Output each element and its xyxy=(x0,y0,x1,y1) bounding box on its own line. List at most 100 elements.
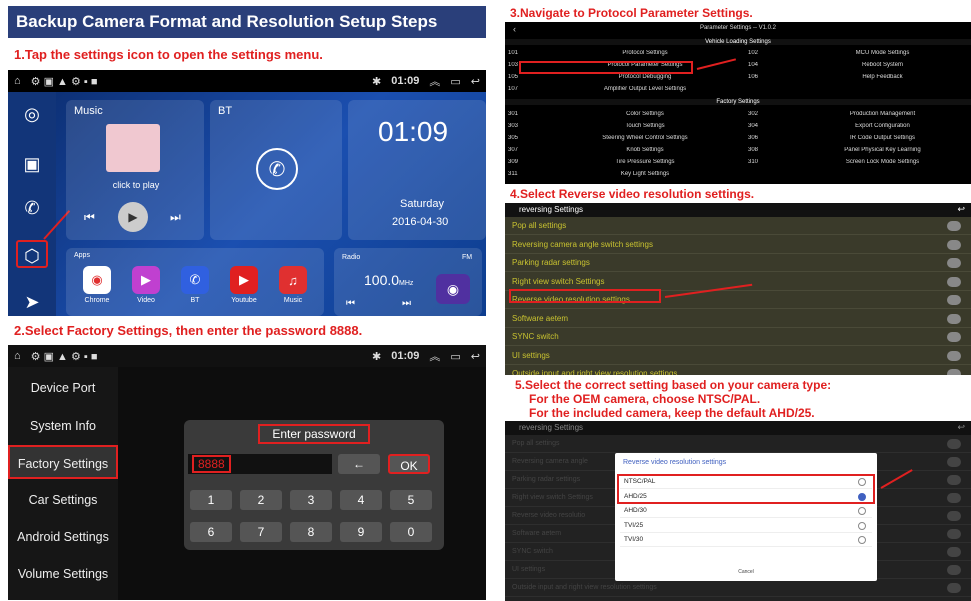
reversing-item[interactable]: Reversing camera angle switch settings xyxy=(505,236,971,254)
podcast-icon[interactable]: ◉ xyxy=(436,274,470,304)
media-icon[interactable]: ▣ xyxy=(16,150,48,178)
radio-icon[interactable] xyxy=(858,507,866,515)
param-row[interactable]: 101 Protocol Settings 102 MCU Mode Settings xyxy=(505,50,971,62)
settings-screen: ⌂ ⚙ ▣ ▲ ⚙ ▪ ■ ✱ 01:09 ︽ ▭ ↩ Device Port … xyxy=(8,345,486,600)
toggle-icon[interactable] xyxy=(947,221,961,231)
chevron-up-icon[interactable]: ︽ xyxy=(429,348,440,364)
reversing-item[interactable]: Right view switch Settings xyxy=(505,273,971,291)
app-video[interactable]: ▶ Video xyxy=(129,266,163,304)
param-row[interactable]: 107 Amplifier Output Level Settings xyxy=(505,86,971,98)
back-icon[interactable]: ↩ xyxy=(471,75,480,88)
app-label: Youtube xyxy=(231,297,257,304)
key-9[interactable]: 9 xyxy=(340,522,382,542)
radio-card[interactable]: Radio FM 100.0MHz ⏮ ⏭ ◉ xyxy=(334,248,482,316)
param-cell: Protocol Debugging xyxy=(618,74,672,80)
menu-item-car-settings[interactable]: Car Settings xyxy=(8,483,118,517)
radio-prev-icon[interactable]: ⏮ xyxy=(346,298,355,309)
music-label: Music xyxy=(74,105,103,117)
key-1[interactable]: 1 xyxy=(190,490,232,510)
toggle-icon[interactable] xyxy=(947,239,961,250)
window-icon[interactable]: ▭ xyxy=(450,75,460,88)
app-chrome[interactable]: ◉ Chrome xyxy=(80,266,114,304)
radio-icon[interactable] xyxy=(858,536,866,544)
music-card[interactable]: Music click to play ⏮ ▶ ⏭ xyxy=(66,100,204,240)
param-row[interactable]: 105 Protocol Debugging 106 Help Feedback xyxy=(505,74,971,86)
backspace-key[interactable]: ← xyxy=(338,454,380,474)
reversing-item[interactable]: SYNC switch xyxy=(505,328,971,346)
menu-item-android-settings[interactable]: Android Settings xyxy=(8,520,118,554)
key-3[interactable]: 3 xyxy=(290,490,332,510)
menu-item-factory-settings[interactable]: Factory Settings xyxy=(8,445,118,479)
reversing-item-label: Parking radar settings xyxy=(512,258,590,267)
reversing-item[interactable]: UI settings xyxy=(505,347,971,365)
resolution-option[interactable]: TVI/30 xyxy=(620,533,872,547)
reversing-item[interactable]: Parking radar settings xyxy=(505,254,971,272)
status-bar-2: ⌂ ⚙ ▣ ▲ ⚙ ▪ ■ ✱ 01:09 ︽ ▭ ↩ xyxy=(8,345,486,367)
back-icon[interactable]: ↩ xyxy=(957,422,965,433)
prev-icon[interactable]: ⏮ xyxy=(84,210,95,225)
param-row[interactable]: 307 Knob Settings 308 Panel Physical Key Le… xyxy=(505,147,971,159)
key-4[interactable]: 4 xyxy=(340,490,382,510)
reversing-item[interactable]: Outside input and right view resolution … xyxy=(505,365,971,375)
reversing-item[interactable]: Pop all settings xyxy=(505,217,971,235)
cancel-button[interactable]: Cancel xyxy=(615,569,877,575)
toggle-icon[interactable] xyxy=(947,332,961,342)
key-5[interactable]: 5 xyxy=(390,490,432,510)
param-cell: 105 xyxy=(508,74,519,80)
parameter-settings-screen: ‹ Parameter Settings -- V1.0.2 Vehicle L… xyxy=(505,22,971,184)
toggle-icon[interactable] xyxy=(947,369,961,375)
password-input[interactable]: 8888 xyxy=(188,454,332,474)
key-6[interactable]: 6 xyxy=(190,522,232,542)
param-cell: Help Feedback xyxy=(862,74,903,80)
resolution-option[interactable]: AHD/30 xyxy=(620,504,872,518)
param-row[interactable]: 311 Key Light Settings xyxy=(505,171,971,183)
chevron-up-icon[interactable]: ︽ xyxy=(429,73,440,89)
app-music[interactable]: ♫ Music xyxy=(276,266,310,304)
window-icon[interactable]: ▭ xyxy=(450,350,460,363)
reversing-item[interactable]: Software aetem xyxy=(505,310,971,328)
resolution-dialog: Reverse video resolution settings NTSC/P… xyxy=(615,453,877,581)
toggle-icon xyxy=(947,457,961,467)
toggle-icon[interactable] xyxy=(947,258,961,268)
toggle-icon[interactable] xyxy=(947,276,961,287)
clock-date: 2016-04-30 xyxy=(392,216,449,228)
menu-item-device-port[interactable]: Device Port xyxy=(8,371,118,405)
settings-icon[interactable]: ⬡ xyxy=(16,240,48,268)
ok-button[interactable]: OK xyxy=(388,454,430,474)
home-icon[interactable]: ⌂ xyxy=(14,350,21,362)
key-8[interactable]: 8 xyxy=(290,522,332,542)
app-bt[interactable]: ✆ BT xyxy=(178,266,212,304)
radio-icon[interactable] xyxy=(858,521,866,530)
reversing-item-label: Reversing camera angle xyxy=(512,458,588,465)
next-icon[interactable]: ⏭ xyxy=(170,210,181,225)
play-button[interactable]: ▶ xyxy=(118,202,148,232)
phone-icon[interactable]: ✆ xyxy=(16,194,48,222)
key-2[interactable]: 2 xyxy=(240,490,282,510)
key-0[interactable]: 0 xyxy=(390,522,432,542)
key-7[interactable]: 7 xyxy=(240,522,282,542)
back-icon[interactable]: ↩ xyxy=(471,350,480,363)
bluetooth-icon: ✱ xyxy=(372,350,382,363)
param-row[interactable]: 309 Tire Pressure Settings 310 Screen Lock … xyxy=(505,159,971,171)
bt-card[interactable]: BT ✆ xyxy=(210,100,342,240)
back-icon[interactable]: ↩ xyxy=(957,204,965,215)
resolution-option[interactable]: TVI/25 xyxy=(620,519,872,533)
toggle-icon[interactable] xyxy=(947,295,961,305)
chrome-icon: ◉ xyxy=(83,266,111,294)
clock-time: 01:09 xyxy=(378,116,449,147)
send-icon[interactable]: ➤ xyxy=(16,288,48,316)
toggle-icon[interactable] xyxy=(947,313,961,324)
param-cell: Panel Physical Key Learning xyxy=(844,147,921,153)
home-icon[interactable]: ⌂ xyxy=(14,75,21,87)
menu-item-volume-settings[interactable]: Volume Settings xyxy=(8,557,118,591)
app-youtube[interactable]: ▶ Youtube xyxy=(227,266,261,304)
resolution-dialog-title: Reverse video resolution settings xyxy=(623,459,727,466)
param-row[interactable]: 301 Color Settings 302 Production Managemen… xyxy=(505,111,971,123)
navigation-icon[interactable]: ◎ xyxy=(16,100,48,128)
radio-next-icon[interactable]: ⏭ xyxy=(402,298,411,309)
param-row[interactable]: 303 Touch Settings 304 Export Configuration xyxy=(505,123,971,135)
param-cell: 308 xyxy=(748,147,759,153)
toggle-icon[interactable] xyxy=(947,350,961,361)
param-row[interactable]: 305 Steering Wheel Control Settings 306 IR … xyxy=(505,135,971,147)
menu-item-system-info[interactable]: System Info xyxy=(8,409,118,443)
